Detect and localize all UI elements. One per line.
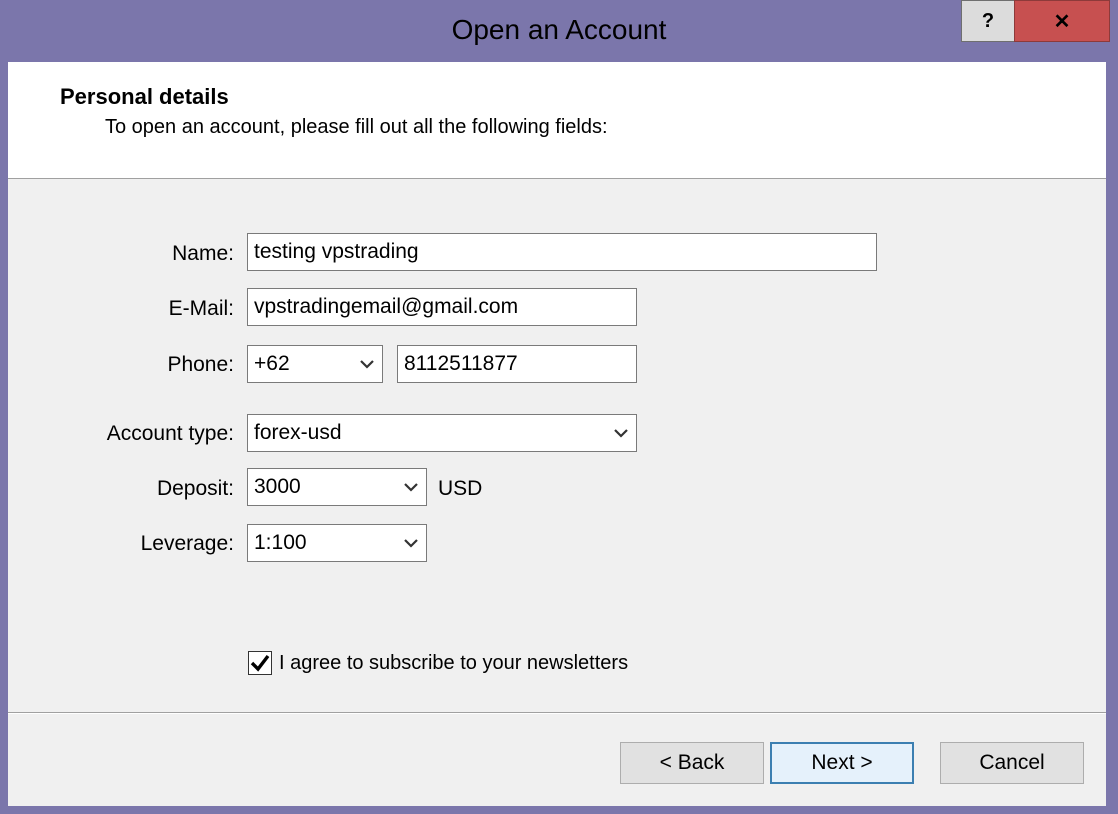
- page-title: Personal details: [60, 84, 229, 109]
- checkmark-icon: [250, 654, 270, 672]
- cancel-button[interactable]: Cancel: [940, 742, 1084, 784]
- phone-code-value: +62: [254, 352, 290, 375]
- deposit-label: Deposit:: [156, 477, 234, 500]
- chevron-down-icon: [612, 424, 630, 442]
- phone-number-field[interactable]: [397, 345, 637, 383]
- deposit-currency: USD: [438, 477, 483, 500]
- window-title: Open an Account: [451, 14, 667, 45]
- chevron-down-icon: [358, 355, 376, 373]
- email-label: E-Mail:: [168, 297, 234, 320]
- footer-divider: [8, 712, 1106, 714]
- deposit-select[interactable]: 3000: [247, 468, 427, 506]
- account-type-select[interactable]: forex-usd: [247, 414, 637, 452]
- wizard-header: Personal details To open an account, ple…: [8, 62, 1106, 179]
- chevron-down-icon: [402, 478, 420, 496]
- newsletter-label[interactable]: I agree to subscribe to your newsletters: [279, 652, 628, 675]
- newsletter-checkbox[interactable]: [248, 651, 272, 675]
- email-field[interactable]: [247, 288, 637, 326]
- name-label: Name:: [172, 242, 234, 265]
- dialog-body: Personal details To open an account, ple…: [8, 62, 1106, 806]
- help-icon: ?: [981, 9, 995, 32]
- dialog-window: Open an Account ? ✕ Personal details To …: [0, 0, 1118, 814]
- name-field[interactable]: [247, 233, 877, 271]
- phone-label: Phone:: [167, 353, 234, 376]
- back-button[interactable]: < Back: [620, 742, 764, 784]
- deposit-value: 3000: [254, 475, 301, 498]
- close-icon: ✕: [1053, 10, 1071, 33]
- leverage-value: 1:100: [254, 531, 307, 554]
- page-subtitle: To open an account, please fill out all …: [105, 116, 608, 138]
- leverage-select[interactable]: 1:100: [247, 524, 427, 562]
- title-bar: Open an Account ? ✕: [0, 0, 1118, 62]
- close-button[interactable]: ✕: [1014, 0, 1110, 42]
- chevron-down-icon: [402, 534, 420, 552]
- leverage-label: Leverage:: [140, 532, 234, 555]
- next-button[interactable]: Next >: [770, 742, 914, 784]
- account-type-value: forex-usd: [254, 421, 342, 444]
- phone-code-select[interactable]: +62: [247, 345, 383, 383]
- account-type-label: Account type:: [106, 422, 234, 445]
- help-button[interactable]: ?: [961, 0, 1015, 42]
